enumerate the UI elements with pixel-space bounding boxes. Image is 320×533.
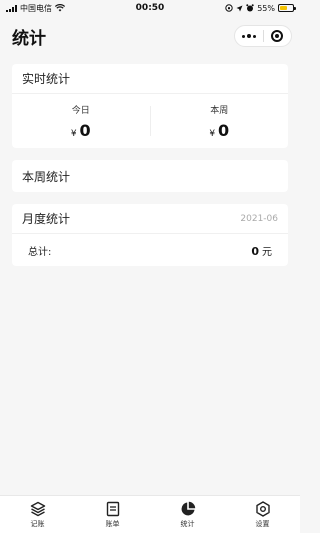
battery-icon — [278, 4, 296, 12]
realtime-stats-card: 实时统计 今日 ¥ 0 本周 ¥ 0 — [12, 64, 288, 148]
realtime-stats-header: 实时统计 — [12, 64, 288, 94]
mini-program-capsule — [234, 25, 292, 47]
more-button[interactable] — [235, 26, 263, 46]
weekly-stats-card[interactable]: 本周统计 — [12, 160, 288, 192]
location-icon — [236, 5, 243, 11]
week-label: 本周 — [210, 105, 229, 116]
tab-bills-label: 账单 — [105, 519, 120, 528]
today-value: 0 — [79, 120, 91, 140]
monthly-stats-title: 月度统计 — [22, 212, 71, 226]
signal-icon — [6, 4, 17, 12]
pie-chart-icon — [181, 501, 195, 515]
nav-bar: 统计 — [0, 16, 300, 56]
carrier-name: 中国电信 — [20, 3, 52, 13]
monthly-total-row: 总计: 0 元 — [12, 234, 288, 266]
tab-stats[interactable]: 统计 — [150, 496, 225, 533]
tab-settings-label: 设置 — [255, 519, 270, 528]
status-bar: 中国电信 00:50 55% — [0, 0, 300, 16]
tab-stats-label: 统计 — [180, 519, 195, 528]
wifi-icon — [55, 4, 65, 12]
monthly-stats-card: 月度统计 2021-06 总计: 0 元 — [12, 204, 288, 266]
total-value: 0 — [251, 244, 259, 258]
weekly-stats-title: 本周统计 — [22, 169, 71, 184]
month-picker[interactable]: 2021-06 — [240, 214, 278, 224]
bill-icon — [106, 501, 119, 516]
total-unit: 元 — [262, 246, 272, 258]
today-value-group: ¥ 0 — [12, 121, 150, 140]
tab-bills[interactable]: 账单 — [75, 496, 150, 533]
status-right: 55% — [225, 3, 296, 13]
monthly-stats-header: 月度统计 2021-06 — [12, 204, 288, 234]
today-currency: ¥ — [70, 128, 77, 139]
rotation-lock-icon — [225, 4, 233, 12]
today-stat: 今日 ¥ 0 — [12, 103, 150, 140]
week-value-group: ¥ 0 — [151, 121, 289, 140]
week-value: 0 — [218, 120, 230, 140]
status-left: 中国电信 — [6, 3, 65, 14]
realtime-stats-row: 今日 ¥ 0 本周 ¥ 0 — [12, 94, 288, 148]
tab-bar: 记账 账单 统计 设置 — [0, 495, 300, 533]
realtime-stats-title: 实时统计 — [22, 72, 71, 86]
tab-record[interactable]: 记账 — [0, 496, 75, 533]
alarm-icon — [246, 4, 254, 12]
target-icon — [271, 30, 284, 42]
total-value-group: 0 元 — [251, 243, 272, 258]
today-label: 今日 — [71, 105, 90, 116]
battery-percent: 55% — [257, 3, 275, 13]
more-icon — [241, 34, 256, 38]
weekly-stats-header: 本周统计 — [12, 160, 288, 192]
close-mini-program-button[interactable] — [264, 26, 292, 46]
settings-icon — [255, 500, 270, 517]
layers-icon — [30, 501, 45, 516]
tab-settings[interactable]: 设置 — [225, 496, 300, 533]
total-label: 总计: — [28, 246, 52, 258]
week-stat: 本周 ¥ 0 — [151, 103, 289, 140]
tab-record-label: 记账 — [30, 519, 45, 528]
page-title: 统计 — [12, 28, 46, 49]
week-currency: ¥ — [209, 128, 216, 139]
